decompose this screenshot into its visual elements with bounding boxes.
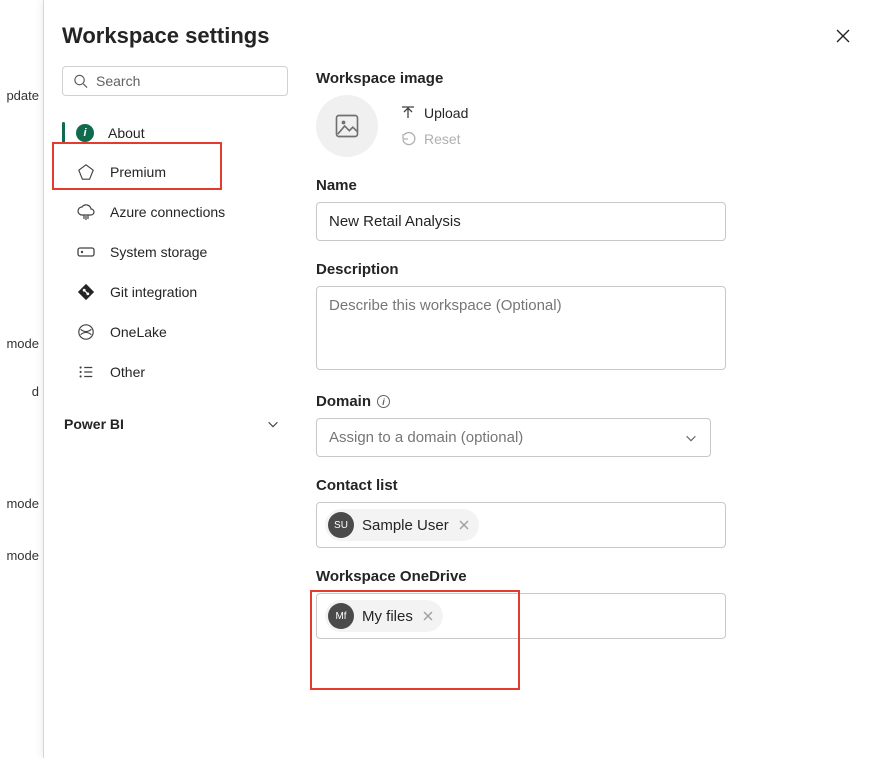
section-label: Power BI <box>64 416 124 432</box>
info-icon[interactable]: i <box>377 395 390 408</box>
modal-title: Workspace settings <box>62 23 269 49</box>
nav-label: About <box>108 125 145 141</box>
premium-icon <box>76 162 96 182</box>
contact-chip: SU Sample User <box>325 509 479 541</box>
upload-icon <box>400 105 416 121</box>
nav-list: i About Premium Azure connections <box>62 114 288 392</box>
workspace-image-placeholder <box>316 95 378 157</box>
remove-chip-button[interactable] <box>457 517 471 534</box>
reset-label: Reset <box>424 131 461 147</box>
nav-item-premium[interactable]: Premium <box>62 152 288 192</box>
nav-item-system-storage[interactable]: System storage <box>62 232 288 272</box>
onelake-icon <box>76 322 96 342</box>
description-input[interactable] <box>316 286 726 370</box>
workspace-settings-modal: Workspace settings i About Premium <box>44 0 885 758</box>
nav-label: Git integration <box>110 284 197 300</box>
cloud-icon <box>76 202 96 222</box>
domain-placeholder: Assign to a domain (optional) <box>329 429 523 446</box>
workspace-image-label: Workspace image <box>316 70 867 87</box>
close-icon <box>423 611 433 621</box>
chip-label: Sample User <box>362 517 449 534</box>
nav-item-git-integration[interactable]: Git integration <box>62 272 288 312</box>
nav-label: Premium <box>110 164 166 180</box>
onedrive-input[interactable]: Mf My files <box>316 593 726 639</box>
upload-button[interactable]: Upload <box>400 105 468 121</box>
close-icon <box>459 520 469 530</box>
search-input[interactable] <box>96 73 277 89</box>
nav-label: Azure connections <box>110 204 225 220</box>
chevron-down-icon <box>266 417 280 431</box>
nav-item-about[interactable]: i About <box>62 114 288 152</box>
reset-button: Reset <box>400 131 468 147</box>
background-grid: pdate mode d mode mode <box>0 0 44 758</box>
nav-item-onelake[interactable]: OneLake <box>62 312 288 352</box>
section-power-bi[interactable]: Power BI <box>62 392 288 440</box>
remove-chip-button[interactable] <box>421 608 435 625</box>
contact-list-input[interactable]: SU Sample User <box>316 502 726 548</box>
name-label: Name <box>316 177 867 194</box>
search-icon <box>73 73 88 89</box>
nav-label: OneLake <box>110 324 167 340</box>
nav-label: Other <box>110 364 145 380</box>
upload-label: Upload <box>424 105 468 121</box>
nav-item-other[interactable]: Other <box>62 352 288 392</box>
settings-sidebar: i About Premium Azure connections <box>62 66 288 740</box>
avatar: Mf <box>328 603 354 629</box>
image-icon <box>333 112 361 140</box>
settings-form: Workspace image Upload Reset <box>316 66 867 740</box>
git-icon <box>76 282 96 302</box>
contact-list-label: Contact list <box>316 477 867 494</box>
onedrive-label: Workspace OneDrive <box>316 568 867 585</box>
onedrive-chip: Mf My files <box>325 600 443 632</box>
name-input[interactable] <box>316 202 726 241</box>
search-input-container[interactable] <box>62 66 288 96</box>
domain-label: Domain i <box>316 393 867 410</box>
description-label: Description <box>316 261 867 278</box>
chip-label: My files <box>362 608 413 625</box>
other-icon <box>76 362 96 382</box>
close-button[interactable] <box>827 20 859 52</box>
avatar: SU <box>328 512 354 538</box>
storage-icon <box>76 242 96 262</box>
info-icon: i <box>76 124 94 142</box>
close-icon <box>835 28 851 44</box>
nav-item-azure-connections[interactable]: Azure connections <box>62 192 288 232</box>
chevron-down-icon <box>684 431 698 445</box>
domain-select[interactable]: Assign to a domain (optional) <box>316 418 711 457</box>
reset-icon <box>400 131 416 147</box>
nav-label: System storage <box>110 244 207 260</box>
